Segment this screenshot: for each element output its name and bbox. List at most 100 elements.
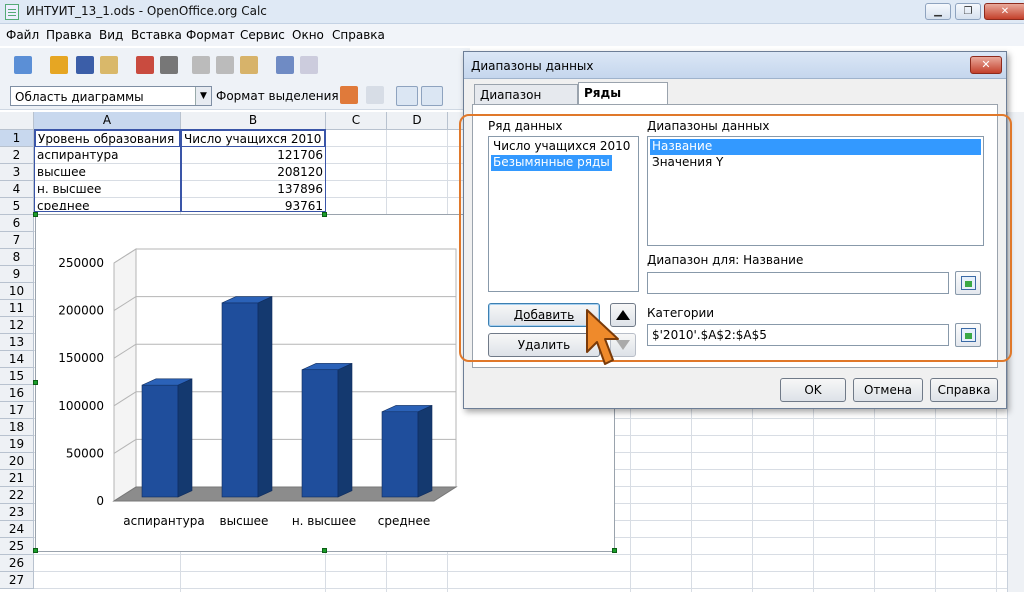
cancel-button[interactable]: Отмена bbox=[853, 378, 923, 402]
chart-element-select[interactable]: Область диаграммы ▼ bbox=[10, 86, 212, 106]
menu-view[interactable]: Вид bbox=[99, 28, 123, 42]
select-all-corner[interactable] bbox=[0, 112, 34, 130]
undo-icon[interactable] bbox=[276, 56, 294, 74]
cell-a3[interactable]: высшее bbox=[35, 164, 180, 181]
row-header-6[interactable]: 6 bbox=[0, 215, 34, 232]
bar-side bbox=[257, 296, 273, 498]
ok-button[interactable]: OK bbox=[780, 378, 846, 402]
column-header-d[interactable]: D bbox=[387, 112, 448, 130]
row-header-12[interactable]: 12 bbox=[0, 317, 34, 334]
row-header-8[interactable]: 8 bbox=[0, 249, 34, 266]
tab-data-range[interactable]: Диапазон данных bbox=[474, 84, 578, 116]
row-header-11[interactable]: 11 bbox=[0, 300, 34, 317]
export-pdf-icon[interactable] bbox=[136, 56, 154, 74]
row-header-10[interactable]: 10 bbox=[0, 283, 34, 300]
menu-edit[interactable]: Правка bbox=[46, 28, 92, 42]
y-tick-label: 50000 bbox=[66, 446, 104, 460]
resize-handle[interactable] bbox=[612, 548, 617, 553]
row-header-19[interactable]: 19 bbox=[0, 436, 34, 453]
y-tick-label: 0 bbox=[96, 494, 104, 508]
x-category-label: н. высшее bbox=[292, 514, 356, 528]
maximize-button[interactable]: ❐ bbox=[955, 3, 981, 20]
x-category-label: высшее bbox=[220, 514, 269, 528]
row-header-27[interactable]: 27 bbox=[0, 572, 34, 589]
column-header-b[interactable]: B bbox=[181, 112, 326, 130]
row-header-18[interactable]: 18 bbox=[0, 419, 34, 436]
bar bbox=[381, 411, 419, 498]
resize-handle[interactable] bbox=[322, 548, 327, 553]
dialog-close-button[interactable]: ✕ bbox=[970, 56, 1002, 74]
menu-bar: Файл Правка Вид Вставка Формат Сервис Ок… bbox=[0, 24, 1024, 46]
row-header-7[interactable]: 7 bbox=[0, 232, 34, 249]
redo-icon[interactable] bbox=[300, 56, 318, 74]
copy-icon[interactable] bbox=[216, 56, 234, 74]
row-header-20[interactable]: 20 bbox=[0, 453, 34, 470]
row-header-17[interactable]: 17 bbox=[0, 402, 34, 419]
row-header-5[interactable]: 5 bbox=[0, 198, 34, 215]
email-icon[interactable] bbox=[100, 56, 118, 74]
column-header-a[interactable]: A bbox=[34, 112, 181, 130]
cut-icon[interactable] bbox=[192, 56, 210, 74]
menu-window[interactable]: Окно bbox=[292, 28, 324, 42]
menu-file[interactable]: Файл bbox=[6, 28, 39, 42]
cell-b3[interactable]: 208120 bbox=[181, 164, 325, 181]
column-header-c[interactable]: C bbox=[326, 112, 387, 130]
chart-type-icon[interactable] bbox=[340, 86, 358, 104]
resize-handle[interactable] bbox=[33, 212, 38, 217]
resize-handle[interactable] bbox=[322, 212, 327, 217]
open-folder-icon[interactable] bbox=[50, 56, 68, 74]
close-window-button[interactable]: ✕ bbox=[984, 3, 1024, 20]
row-header-2[interactable]: 2 bbox=[0, 147, 34, 164]
minimize-button[interactable]: ▁ bbox=[925, 3, 951, 20]
tab-data-series[interactable]: Ряды данных bbox=[578, 82, 668, 114]
resize-handle[interactable] bbox=[33, 548, 38, 553]
bar bbox=[301, 369, 339, 498]
cell-a1[interactable]: Уровень образования bbox=[35, 130, 180, 147]
help-button[interactable]: Справка bbox=[930, 378, 998, 402]
cell-b2[interactable]: 121706 bbox=[181, 147, 325, 164]
row-header-13[interactable]: 13 bbox=[0, 334, 34, 351]
horizontal-grid-icon[interactable] bbox=[396, 86, 418, 106]
chevron-down-icon[interactable]: ▼ bbox=[195, 87, 211, 105]
row-header-24[interactable]: 24 bbox=[0, 521, 34, 538]
y-tick-label: 200000 bbox=[58, 304, 104, 318]
resize-handle[interactable] bbox=[33, 380, 38, 385]
menu-tools[interactable]: Сервис bbox=[240, 28, 285, 42]
cell-a4[interactable]: н. высшее bbox=[35, 181, 180, 198]
save-icon[interactable] bbox=[76, 56, 94, 74]
paste-icon[interactable] bbox=[240, 56, 258, 74]
chart-element-value: Область диаграммы bbox=[15, 90, 144, 104]
dialog-titlebar: Диапазоны данных ✕ bbox=[464, 52, 1006, 79]
row-header-21[interactable]: 21 bbox=[0, 470, 34, 487]
menu-format[interactable]: Формат bbox=[186, 28, 235, 42]
cell-b1[interactable]: Число учащихся 2010 bbox=[181, 130, 325, 147]
row-header-16[interactable]: 16 bbox=[0, 385, 34, 402]
row-header-3[interactable]: 3 bbox=[0, 164, 34, 181]
new-document-icon[interactable] bbox=[14, 56, 32, 74]
print-icon[interactable] bbox=[160, 56, 178, 74]
legend-icon[interactable] bbox=[421, 86, 443, 106]
cell-a2[interactable]: аспирантура bbox=[35, 147, 180, 164]
row-header-25[interactable]: 25 bbox=[0, 538, 34, 555]
menu-insert[interactable]: Вставка bbox=[131, 28, 182, 42]
chart-side-wall bbox=[113, 248, 137, 502]
row-header-23[interactable]: 23 bbox=[0, 504, 34, 521]
row-header-4[interactable]: 4 bbox=[0, 181, 34, 198]
data-table-icon[interactable] bbox=[366, 86, 384, 104]
row-header-14[interactable]: 14 bbox=[0, 351, 34, 368]
x-category-label: среднее bbox=[378, 514, 431, 528]
y-tick-label: 150000 bbox=[58, 351, 104, 365]
menu-help[interactable]: Справка bbox=[332, 28, 385, 42]
row-header-1[interactable]: 1 bbox=[0, 130, 34, 147]
format-selection-button[interactable]: Формат выделения bbox=[216, 89, 339, 103]
cell-b4[interactable]: 137896 bbox=[181, 181, 325, 198]
row-header-26[interactable]: 26 bbox=[0, 555, 34, 572]
cell-b5[interactable]: 93761 bbox=[181, 198, 325, 210]
row-header-15[interactable]: 15 bbox=[0, 368, 34, 385]
cell-a5[interactable]: среднее bbox=[35, 198, 180, 210]
bar-side bbox=[337, 362, 353, 498]
row-header-22[interactable]: 22 bbox=[0, 487, 34, 504]
row-header-9[interactable]: 9 bbox=[0, 266, 34, 283]
bar-side bbox=[417, 404, 433, 498]
window-titlebar: ИНТУИТ_13_1.ods - OpenOffice.org Calc ▁ … bbox=[0, 0, 1024, 24]
